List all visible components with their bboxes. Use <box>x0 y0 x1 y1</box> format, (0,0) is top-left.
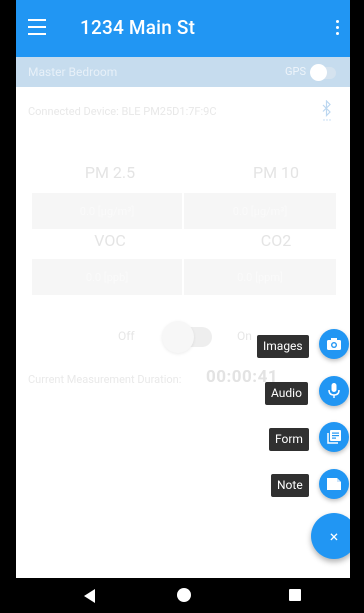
room-name[interactable]: Master Bedroom <box>28 65 117 79</box>
measurement-toggle[interactable] <box>162 321 212 353</box>
main-content: Connected Device: BLE PM25D1:7F:9C PM 2.… <box>16 87 350 578</box>
note-icon <box>327 478 341 490</box>
gps-toggle[interactable] <box>310 64 336 81</box>
app-screen: 1234 Main St Master Bedroom GPS Connecte… <box>16 0 350 578</box>
home-icon[interactable] <box>177 588 191 602</box>
back-icon[interactable] <box>84 589 95 603</box>
voc-label: VOC <box>94 231 126 250</box>
audio-label[interactable]: Audio <box>265 382 308 405</box>
toggle-off-label: Off <box>118 329 135 343</box>
overflow-menu-icon[interactable] <box>336 20 340 36</box>
co2-value: 0.0 [ppm] <box>184 259 336 295</box>
measurement-toggle-knob <box>162 321 194 353</box>
images-label[interactable]: Images <box>257 335 309 358</box>
page-title: 1234 Main St <box>80 16 196 39</box>
duration-label: Current Measurement Duration: <box>28 373 182 386</box>
pm10-value: 0.0 [µg/m³] <box>184 193 336 229</box>
gps-toggle-knob <box>310 64 327 81</box>
camera-icon <box>327 338 341 350</box>
close-fab-button[interactable]: × <box>311 513 350 559</box>
app-bar: 1234 Main St <box>16 0 350 57</box>
phone-frame: 1234 Main St Master Bedroom GPS Connecte… <box>0 0 364 613</box>
note-label[interactable]: Note <box>271 474 309 497</box>
images-button[interactable] <box>319 329 349 359</box>
microphone-icon <box>328 383 340 398</box>
gps-label: GPS <box>285 65 306 78</box>
form-button[interactable] <box>319 422 349 452</box>
pm10-label: PM 10 <box>252 163 299 182</box>
right-bezel <box>350 0 364 578</box>
form-icon <box>327 430 341 444</box>
left-bezel <box>0 0 16 578</box>
voc-value: 0.0 [ppb] <box>32 259 182 295</box>
close-icon: × <box>329 526 339 546</box>
recent-apps-icon[interactable] <box>289 589 301 601</box>
menu-icon[interactable] <box>28 19 46 35</box>
toggle-on-label: On <box>237 329 252 343</box>
android-nav-bar <box>0 578 364 613</box>
co2-label: CO2 <box>260 231 292 250</box>
form-label[interactable]: Form <box>269 428 309 451</box>
connected-device-text: Connected Device: BLE PM25D1:7F:9C <box>28 105 217 118</box>
room-bar: Master Bedroom GPS <box>16 57 350 87</box>
pm25-label: PM 2.5 <box>84 163 136 182</box>
pm25-value: 0.0 [µg/m³] <box>32 193 182 229</box>
audio-button[interactable] <box>319 376 349 406</box>
note-button[interactable] <box>319 469 349 499</box>
bluetooth-icon[interactable] <box>322 100 332 122</box>
